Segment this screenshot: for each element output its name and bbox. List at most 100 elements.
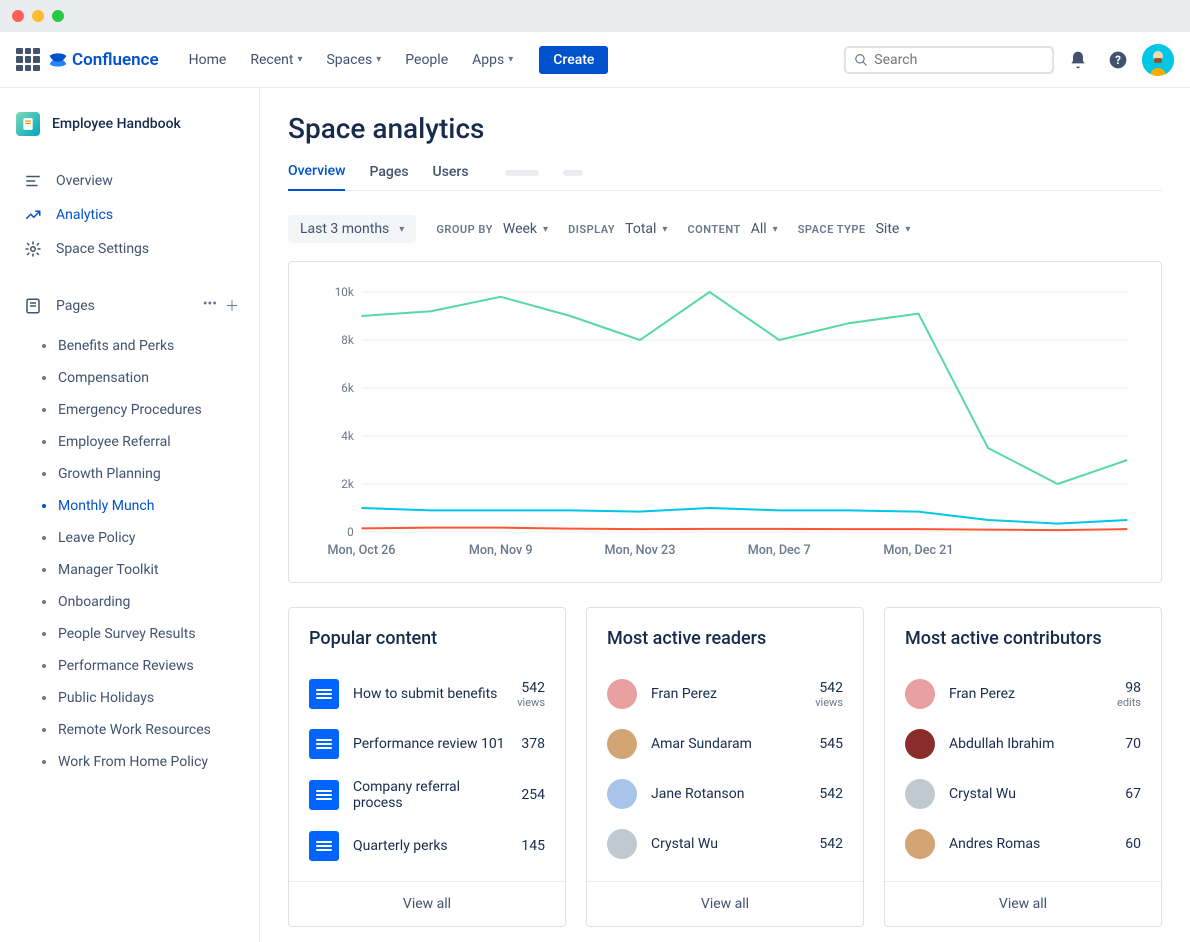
sidebar-pages-header[interactable]: Pages ••• ＋ bbox=[14, 288, 249, 324]
list-item[interactable]: Crystal Wu542 bbox=[607, 819, 843, 869]
list-item[interactable]: Amar Sundaram545 bbox=[607, 719, 843, 769]
nav-apps[interactable]: Apps▾ bbox=[462, 46, 523, 74]
page-tree-item[interactable]: Public Holidays bbox=[34, 682, 249, 714]
bullet-icon bbox=[42, 536, 46, 540]
search-icon bbox=[854, 52, 868, 68]
top-nav: Confluence Home Recent▾ Spaces▾ People A… bbox=[0, 32, 1190, 88]
avatar-icon bbox=[905, 779, 935, 809]
svg-text:Mon, Oct 26: Mon, Oct 26 bbox=[327, 543, 395, 558]
page-tree-item[interactable]: Onboarding bbox=[34, 586, 249, 618]
list-item[interactable]: Quarterly perks145 bbox=[309, 821, 545, 871]
card-title: Popular content bbox=[309, 628, 545, 649]
spacetype-filter[interactable]: Site▾ bbox=[876, 221, 911, 237]
page-tree-item[interactable]: Compensation bbox=[34, 362, 249, 394]
list-item[interactable]: Company referral process254 bbox=[309, 769, 545, 821]
bullet-icon bbox=[42, 696, 46, 700]
view-all-contributors[interactable]: View all bbox=[885, 881, 1161, 926]
nav-people[interactable]: People bbox=[395, 46, 458, 74]
date-range-filter[interactable]: Last 3 months ▾ bbox=[288, 215, 416, 243]
list-item[interactable]: How to submit benefits542views bbox=[309, 669, 545, 719]
list-item[interactable]: Abdullah Ibrahim70 bbox=[905, 719, 1141, 769]
search-box[interactable] bbox=[844, 46, 1054, 74]
page-tree-item[interactable]: Employee Referral bbox=[34, 426, 249, 458]
maximize-window-icon[interactable] bbox=[52, 10, 64, 22]
filter-bar: Last 3 months ▾ GROUP BY Week▾ DISPLAY T… bbox=[288, 215, 1162, 243]
help-icon[interactable]: ? bbox=[1102, 44, 1134, 76]
avatar-icon bbox=[905, 729, 935, 759]
page-tree-item[interactable]: People Survey Results bbox=[34, 618, 249, 650]
list-item[interactable]: Crystal Wu67 bbox=[905, 769, 1141, 819]
list-item[interactable]: Andres Romas60 bbox=[905, 819, 1141, 869]
document-icon bbox=[309, 679, 339, 709]
list-item[interactable]: Fran Perez98edits bbox=[905, 669, 1141, 719]
sidebar-item-analytics[interactable]: Analytics bbox=[14, 198, 249, 232]
chevron-down-icon: ▾ bbox=[297, 54, 302, 65]
list-item[interactable]: Performance review 101378 bbox=[309, 719, 545, 769]
page-title: Space analytics bbox=[288, 112, 1162, 145]
app-logo[interactable]: Confluence bbox=[48, 50, 159, 70]
avatar-icon bbox=[607, 779, 637, 809]
chevron-down-icon: ▾ bbox=[905, 224, 910, 235]
add-page-icon[interactable]: ＋ bbox=[225, 296, 239, 316]
page-tree-item[interactable]: Manager Toolkit bbox=[34, 554, 249, 586]
page-tree-item[interactable]: Emergency Procedures bbox=[34, 394, 249, 426]
nav-recent[interactable]: Recent▾ bbox=[240, 46, 312, 74]
page-tree-item[interactable]: Benefits and Perks bbox=[34, 330, 249, 362]
bullet-icon bbox=[42, 664, 46, 668]
svg-text:?: ? bbox=[1115, 53, 1121, 67]
bullet-icon bbox=[42, 344, 46, 348]
page-tree-item[interactable]: Performance Reviews bbox=[34, 650, 249, 682]
document-icon bbox=[309, 729, 339, 759]
view-all-readers[interactable]: View all bbox=[587, 881, 863, 926]
view-all-popular[interactable]: View all bbox=[289, 881, 565, 926]
svg-text:Mon, Nov 23: Mon, Nov 23 bbox=[605, 543, 676, 558]
gear-icon bbox=[24, 240, 42, 258]
tabs: Overview Pages Users bbox=[288, 163, 1162, 191]
more-icon[interactable]: ••• bbox=[203, 296, 217, 316]
nav-home[interactable]: Home bbox=[179, 46, 237, 74]
user-avatar[interactable] bbox=[1142, 44, 1174, 76]
bullet-icon bbox=[42, 728, 46, 732]
chevron-down-icon: ▾ bbox=[773, 224, 778, 235]
chevron-down-icon: ▾ bbox=[399, 224, 404, 235]
create-button[interactable]: Create bbox=[539, 46, 608, 74]
notifications-icon[interactable] bbox=[1062, 44, 1094, 76]
page-tree-item[interactable]: Leave Policy bbox=[34, 522, 249, 554]
tab-pages[interactable]: Pages bbox=[369, 164, 408, 190]
tab-overview[interactable]: Overview bbox=[288, 163, 345, 191]
app-name: Confluence bbox=[72, 50, 159, 70]
document-icon bbox=[309, 831, 339, 861]
bullet-icon bbox=[42, 408, 46, 412]
display-filter[interactable]: Total▾ bbox=[625, 221, 667, 237]
avatar-icon bbox=[607, 729, 637, 759]
list-item[interactable]: Jane Rotanson542 bbox=[607, 769, 843, 819]
spacetype-label: SPACE TYPE bbox=[798, 223, 866, 236]
main-content: Space analytics Overview Pages Users Last … bbox=[260, 88, 1190, 942]
card-title: Most active readers bbox=[607, 628, 843, 649]
svg-text:Mon, Dec 21: Mon, Dec 21 bbox=[883, 543, 953, 558]
chevron-down-icon: ▾ bbox=[376, 54, 381, 65]
content-filter[interactable]: All▾ bbox=[751, 221, 778, 237]
page-tree-item[interactable]: Remote Work Resources bbox=[34, 714, 249, 746]
svg-text:0: 0 bbox=[347, 525, 354, 539]
svg-text:2k: 2k bbox=[341, 477, 353, 491]
minimize-window-icon[interactable] bbox=[32, 10, 44, 22]
sidebar-item-overview[interactable]: Overview bbox=[14, 164, 249, 198]
page-tree-item[interactable]: Work From Home Policy bbox=[34, 746, 249, 778]
search-input[interactable] bbox=[874, 52, 1044, 68]
list-item[interactable]: Fran Perez542views bbox=[607, 669, 843, 719]
avatar-icon bbox=[905, 679, 935, 709]
groupby-filter[interactable]: Week▾ bbox=[503, 221, 548, 237]
sidebar-item-space-settings[interactable]: Space Settings bbox=[14, 232, 249, 266]
app-switcher-icon[interactable] bbox=[16, 48, 40, 72]
page-tree-item[interactable]: Growth Planning bbox=[34, 458, 249, 490]
bullet-icon bbox=[42, 440, 46, 444]
close-window-icon[interactable] bbox=[12, 10, 24, 22]
space-header[interactable]: Employee Handbook bbox=[14, 112, 249, 136]
page-tree-item[interactable]: Monthly Munch bbox=[34, 490, 249, 522]
nav-spaces[interactable]: Spaces▾ bbox=[316, 46, 391, 74]
overview-icon bbox=[24, 172, 42, 190]
pages-icon bbox=[24, 297, 42, 315]
svg-text:Mon, Dec 7: Mon, Dec 7 bbox=[748, 543, 811, 558]
tab-users[interactable]: Users bbox=[433, 164, 469, 190]
